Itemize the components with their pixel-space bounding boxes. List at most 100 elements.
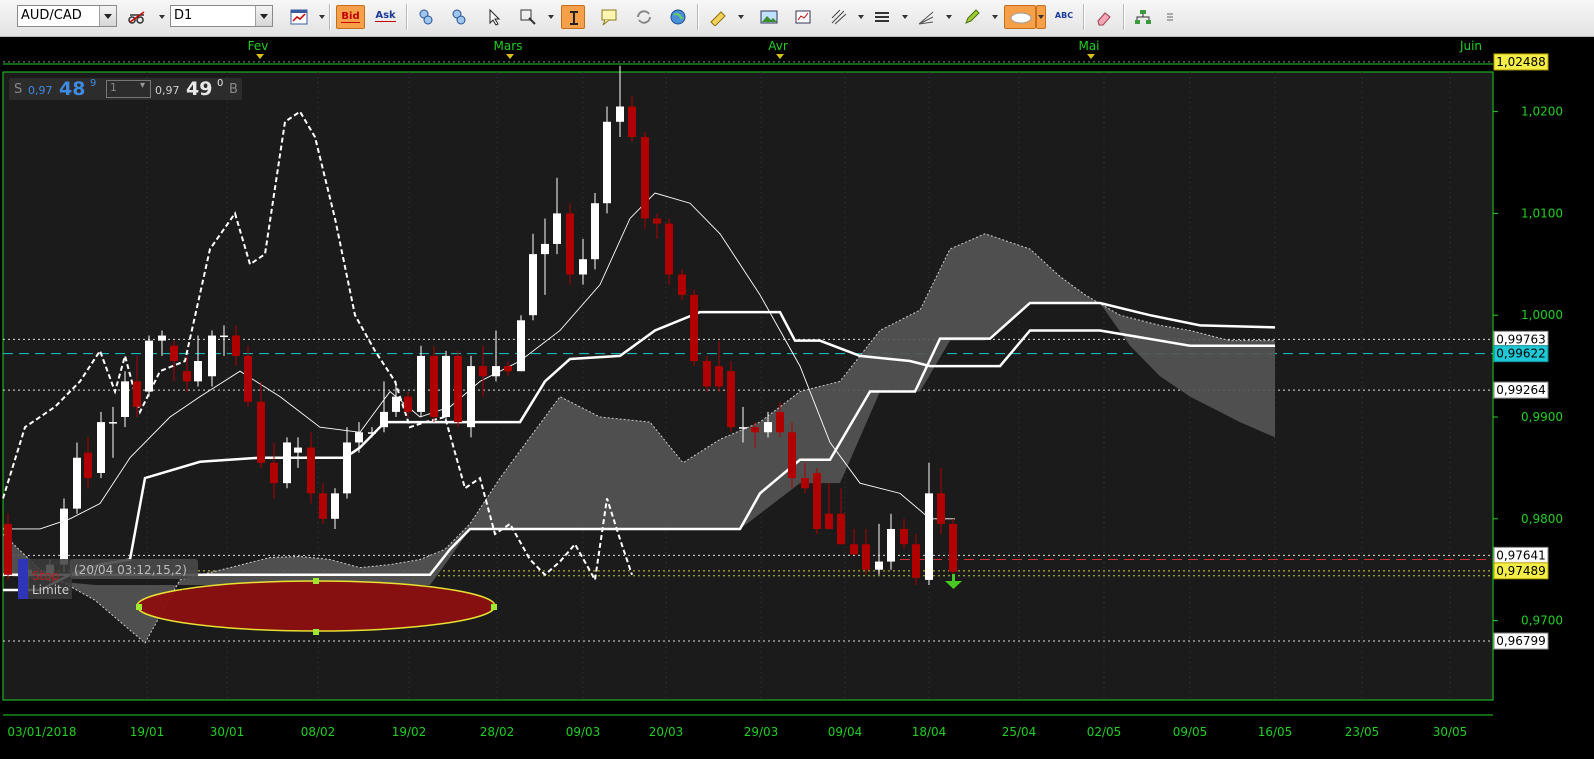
image-button[interactable] [757,5,781,29]
month-label: Fev [248,39,269,53]
ruler-button[interactable] [706,5,730,29]
chart-area[interactable]: Fev Mars Avr Mai Juin 03/01/2018 19/01 30/01 08/… [0,37,1594,759]
picture-icon [760,10,778,24]
toolbar-separator [1123,4,1125,30]
hierarchy-icon [1135,10,1151,24]
refresh-icon [637,10,651,24]
bear-candle [751,427,759,433]
channels-dropdown-icon[interactable] [902,15,908,19]
price-tag-label: 0,99622 [1496,347,1546,361]
zoom-out-button[interactable] [447,5,471,29]
ellipse-handle [313,578,319,584]
bull-candle [331,493,339,519]
ellipse-button[interactable] [1004,5,1036,29]
bull-candle [579,259,587,275]
text-tool-button[interactable]: ABC [1052,5,1076,29]
bear-candle [404,396,412,412]
chevron-down-icon[interactable] [255,6,272,26]
symbol-select[interactable]: AUD/CAD [17,5,117,27]
bear-candle [912,544,920,578]
buy-price-big[interactable]: 49 [186,78,212,100]
period-separator-button[interactable] [561,5,585,29]
ellipse-handle [136,604,142,610]
bull-candle [541,243,549,255]
bear-candle [776,411,784,433]
pencil-dropdown-icon[interactable] [992,15,998,19]
bull-candle [417,355,425,412]
lines-dropdown-icon[interactable] [858,15,864,19]
bear-candle [183,371,191,382]
pencil-button[interactable] [960,5,984,29]
bear-candle [862,544,870,570]
month-label: Mai [1078,39,1099,53]
date-label: 02/05 [1087,725,1122,739]
sell-price-small[interactable]: 0,97 [28,84,53,97]
timeframe-select[interactable]: D1 [170,5,273,27]
bear-candle [825,513,833,529]
magnifier-dropdown-icon[interactable] [548,15,554,19]
price-tag-label: 0,97489 [1496,564,1546,578]
chart-type-dropdown-icon[interactable] [319,15,325,19]
bear-candle [715,366,723,387]
eraser-icon [1097,12,1111,26]
lot-spinner-icon[interactable]: ▾ [140,80,145,91]
date-label: 30/05 [1433,725,1468,739]
refresh-button[interactable] [632,5,656,29]
date-label: 28/02 [480,725,515,739]
bull-candle [60,508,68,565]
bull-candle [553,213,561,244]
comment-button[interactable] [597,5,621,29]
fibonacci-dropdown-icon[interactable] [946,15,952,19]
cursor-icon [489,8,501,26]
date-label: 20/03 [649,725,684,739]
date-label: 08/02 [301,725,336,739]
indicator-button[interactable] [125,5,149,29]
date-label: 09/03 [566,725,601,739]
fan-icon [918,11,934,25]
bid-button[interactable]: Bid [336,5,365,29]
overflow-icon [1167,13,1173,21]
month-label: Juin [1459,39,1482,53]
toolbar-overflow-button[interactable] [1163,5,1175,29]
buy-price-small[interactable]: 0,97 [155,84,180,97]
eraser-button[interactable] [1092,5,1116,29]
sell-label: S [14,82,23,97]
fibonacci-button[interactable] [914,5,938,29]
crosshair-button[interactable] [482,5,506,29]
zoom-in-button[interactable] [414,5,438,29]
chart-type-button[interactable] [287,5,311,29]
indicator-dropdown-icon[interactable] [159,15,165,19]
ruler-dropdown-icon[interactable] [738,15,744,19]
magnifier-button[interactable] [516,5,540,29]
sell-price-big[interactable]: 48 [59,78,85,100]
chevron-down-icon[interactable] [99,6,116,26]
ellipse-dropdown-icon [1038,15,1044,19]
month-marker-icon [256,54,264,59]
bear-candle [850,544,858,555]
bear-candle [454,355,462,423]
objects-button[interactable] [1131,5,1155,29]
ask-button[interactable]: Ask [371,5,400,29]
bull-candle [73,457,81,509]
bull-candle [467,366,475,428]
bear-candle [244,355,252,402]
price-chart[interactable]: Fev Mars Avr Mai Juin 03/01/2018 19/01 30/01 08/… [0,37,1594,759]
magnifier-icon [520,9,536,25]
lot-size-input[interactable]: 1 ▾ [106,80,151,98]
bear-candle [788,432,796,479]
month-label: Avr [768,39,788,53]
bear-candle [628,106,636,138]
templates-button[interactable] [791,5,815,29]
lines-button[interactable] [827,5,851,29]
bull-candle [194,361,202,382]
channels-button[interactable] [870,5,894,29]
date-label: 25/04 [1002,725,1037,739]
ruler-icon [710,11,726,26]
order-info-label: (20/04 03:12,15,2) [74,563,187,577]
ellipse-dropdown-button[interactable] [1036,5,1046,29]
buy-price-sup: 0 [217,78,224,89]
globe-button[interactable] [666,5,690,29]
bear-candle [801,478,809,489]
date-label: 29/03 [744,725,779,739]
bull-candle [591,203,599,260]
